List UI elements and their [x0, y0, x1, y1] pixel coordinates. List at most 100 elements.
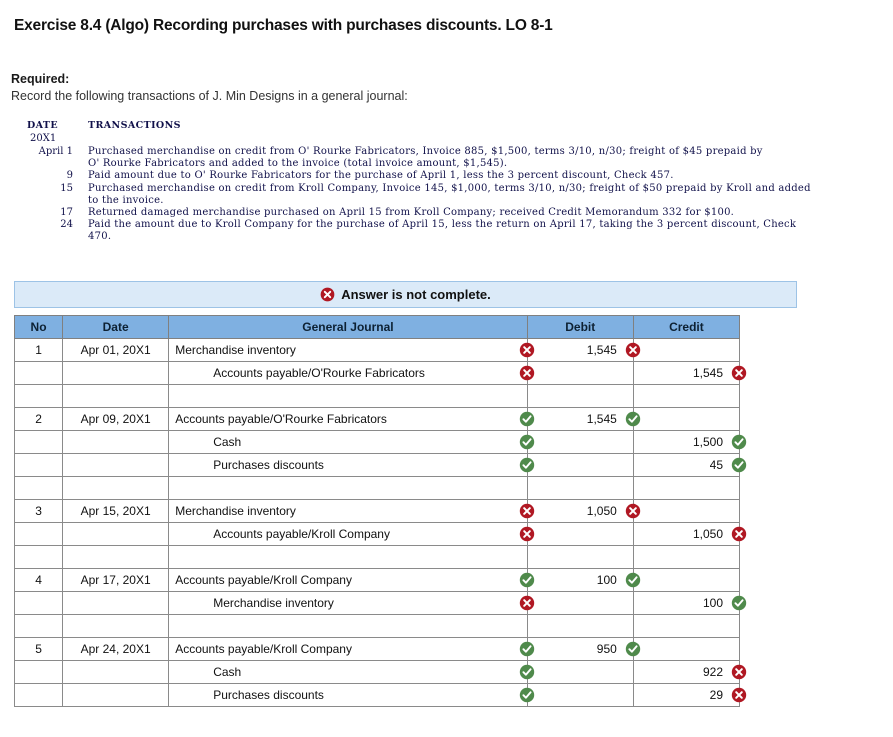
transaction-text-line: Purchased merchandise on credit from Kro…	[88, 182, 811, 194]
incorrect-x-icon	[625, 503, 641, 519]
spacer-cell	[168, 476, 528, 500]
debit-cell[interactable]: 1,545	[526, 407, 641, 431]
debit-cell[interactable]	[526, 453, 634, 477]
credit-cell[interactable]: 100	[632, 591, 747, 615]
entry-date-cell: Apr 24, 20X1	[62, 637, 170, 661]
transactions-block: DATE TRANSACTIONS 20X1 April 1 Purchased …	[0, 120, 893, 244]
entry-date-cell	[62, 361, 170, 385]
account-cell[interactable]: Accounts payable/O'Rourke Fabricators	[168, 361, 534, 385]
incorrect-x-icon	[519, 365, 535, 381]
transaction-text-line: O' Rourke Fabricators and added to the i…	[88, 158, 508, 170]
debit-cell[interactable]	[526, 683, 634, 707]
credit-cell[interactable]: 922	[632, 660, 747, 684]
debit-cell[interactable]: 100	[526, 568, 641, 592]
credit-cell[interactable]	[632, 338, 741, 362]
entry-date-cell	[62, 591, 170, 615]
spacer-row	[13, 545, 741, 569]
spacer-cell	[526, 476, 634, 500]
transaction-date: April 1	[38, 146, 73, 157]
entry-number-cell: 3	[13, 499, 64, 523]
answer-status-banner: Answer is not complete.	[14, 281, 797, 308]
transaction-row: 17 Returned damaged merchandise purchased…	[0, 207, 893, 219]
entry-number-cell	[13, 522, 64, 546]
credit-amount: 100	[702, 596, 723, 610]
debit-cell[interactable]	[526, 522, 634, 546]
credit-amount: 922	[702, 665, 723, 679]
debit-cell[interactable]	[526, 430, 634, 454]
account-name: Merchandise inventory	[175, 504, 296, 518]
correct-check-icon	[731, 595, 747, 611]
account-cell[interactable]: Purchases discounts	[168, 453, 534, 477]
entry-number-cell: 4	[13, 568, 64, 592]
transaction-row: 15 Purchased merchandise on credit from K…	[0, 183, 893, 207]
account-cell[interactable]: Accounts payable/Kroll Company	[168, 522, 534, 546]
incorrect-x-icon	[731, 365, 747, 381]
credit-cell[interactable]	[632, 568, 741, 592]
spacer-cell	[526, 614, 634, 638]
account-cell[interactable]: Accounts payable/Kroll Company	[168, 568, 534, 592]
account-name: Accounts payable/Kroll Company	[175, 642, 352, 656]
entry-number-cell	[13, 453, 64, 477]
table-row: Accounts payable/O'Rourke Fabricators 1,5…	[13, 361, 747, 385]
correct-check-icon	[625, 411, 641, 427]
account-cell[interactable]: Purchases discounts	[168, 683, 534, 707]
spacer-cell	[13, 384, 64, 408]
table-row: 3 Apr 15, 20X1 Merchandise inventory 1,050	[13, 499, 741, 523]
credit-cell[interactable]: 1,545	[632, 361, 747, 385]
spacer-cell	[168, 384, 528, 408]
account-name: Accounts payable/Kroll Company	[213, 527, 390, 541]
debit-amount: 1,050	[586, 504, 617, 518]
correct-check-icon	[731, 434, 747, 450]
spacer-cell	[632, 614, 741, 638]
credit-amount: 29	[709, 688, 723, 702]
account-cell[interactable]: Cash	[168, 660, 534, 684]
debit-cell[interactable]	[526, 591, 634, 615]
credit-cell[interactable]: 1,050	[632, 522, 747, 546]
account-name: Merchandise inventory	[175, 343, 296, 357]
correct-check-icon	[519, 687, 535, 703]
transaction-text: Purchased merchandise on credit from Kro…	[88, 183, 887, 207]
table-row: 4 Apr 17, 20X1 Accounts payable/Kroll Comp…	[13, 568, 741, 592]
account-cell[interactable]: Merchandise inventory	[168, 338, 534, 362]
error-x-icon	[320, 287, 335, 302]
required-label: Required:	[11, 72, 70, 86]
debit-cell[interactable]: 1,545	[526, 338, 641, 362]
entry-number-cell: 1	[13, 338, 64, 362]
credit-cell[interactable]: 45	[632, 453, 747, 477]
credit-cell[interactable]	[632, 407, 741, 431]
credit-cell[interactable]	[632, 637, 741, 661]
account-cell[interactable]: Merchandise inventory	[168, 591, 534, 615]
transaction-text: Paid the amount due to Kroll Company for…	[88, 219, 887, 243]
credit-cell[interactable]	[632, 499, 741, 523]
entry-date-cell	[62, 522, 170, 546]
credit-cell[interactable]: 1,500	[632, 430, 747, 454]
debit-cell[interactable]	[526, 660, 634, 684]
debit-cell[interactable]	[526, 361, 634, 385]
transaction-date: 24	[60, 219, 73, 231]
account-cell[interactable]: Merchandise inventory	[168, 499, 534, 523]
incorrect-x-icon	[519, 595, 535, 611]
column-header-debit: Debit	[526, 315, 634, 339]
account-cell[interactable]: Accounts payable/Kroll Company	[168, 637, 534, 661]
incorrect-x-icon	[731, 526, 747, 542]
column-header-date: Date	[62, 315, 170, 339]
debit-cell[interactable]: 1,050	[526, 499, 641, 523]
credit-cell[interactable]: 29	[632, 683, 747, 707]
page-title: Exercise 8.4 (Algo) Recording purchases …	[14, 17, 553, 34]
correct-check-icon	[519, 572, 535, 588]
table-row: 2 Apr 09, 20X1 Accounts payable/O'Rourke F…	[13, 407, 741, 431]
account-cell[interactable]: Accounts payable/O'Rourke Fabricators	[168, 407, 534, 431]
entry-number-cell	[13, 591, 64, 615]
account-name: Merchandise inventory	[213, 596, 334, 610]
table-row: Accounts payable/Kroll Company 1,050	[13, 522, 747, 546]
account-cell[interactable]: Cash	[168, 430, 534, 454]
account-name: Accounts payable/O'Rourke Fabricators	[175, 412, 387, 426]
transaction-text: Paid amount due to O' Rourke Fabricators…	[88, 170, 887, 182]
required-instruction: Record the following transactions of J. …	[11, 89, 408, 103]
table-row: Merchandise inventory 100	[13, 591, 747, 615]
answer-status-text: Answer is not complete.	[341, 287, 491, 302]
debit-cell[interactable]: 950	[526, 637, 641, 661]
incorrect-x-icon	[625, 342, 641, 358]
spacer-cell	[632, 476, 741, 500]
spacer-row	[13, 476, 741, 500]
